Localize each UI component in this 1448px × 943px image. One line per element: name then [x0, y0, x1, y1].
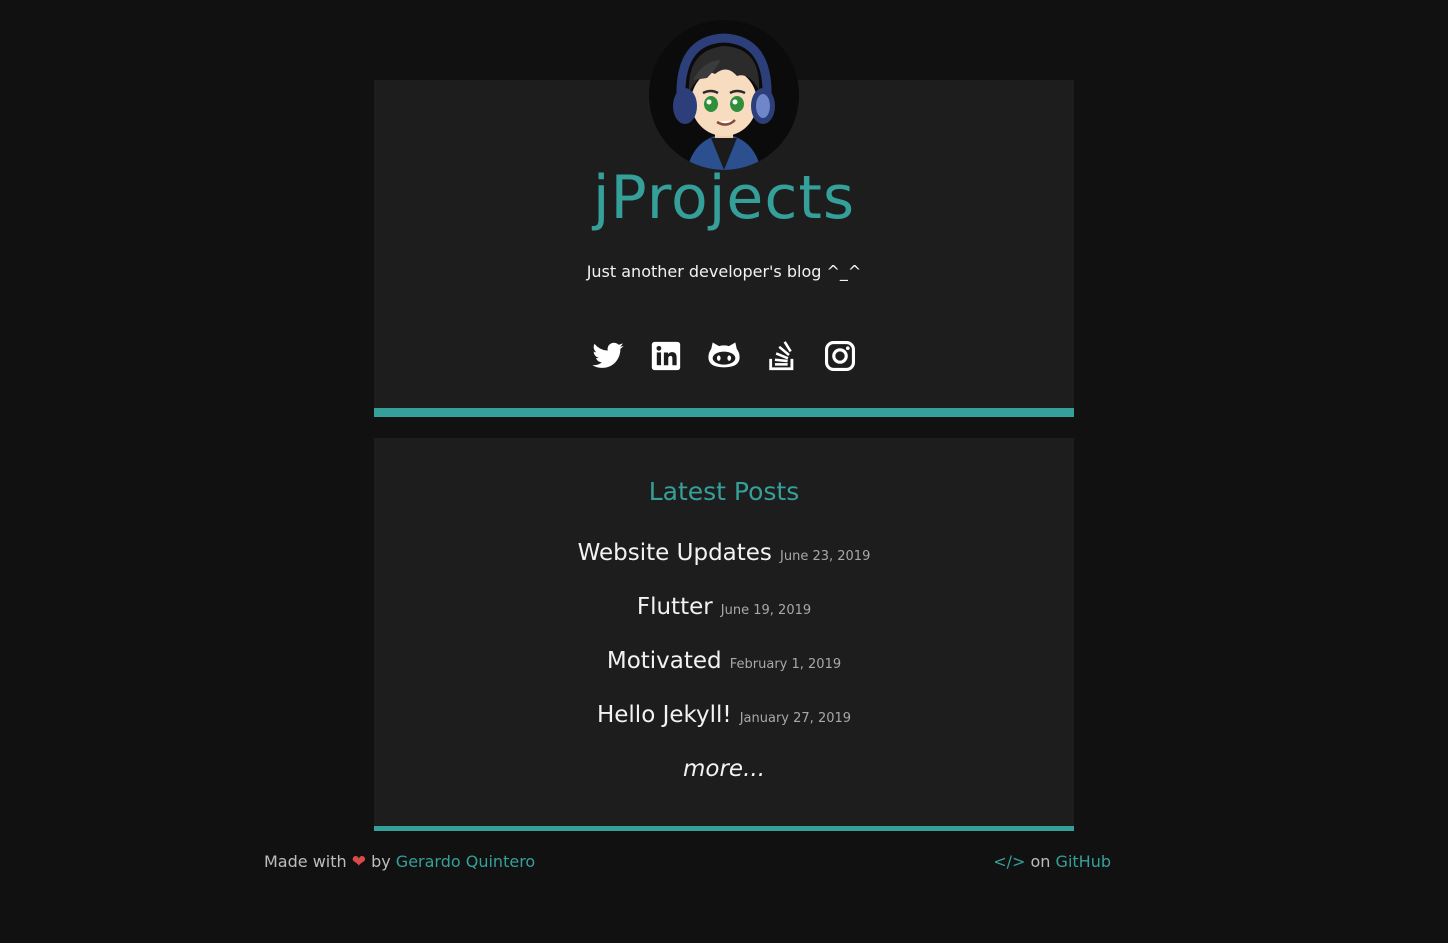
github-icon — [708, 342, 740, 368]
github-link[interactable] — [707, 339, 741, 373]
post-date: June 19, 2019 — [720, 603, 812, 618]
page: jProjects Just another developer's blog … — [0, 0, 1448, 943]
heart-icon: ❤ — [351, 852, 366, 872]
by-text: by — [371, 852, 391, 871]
post-link-hello-jekyll[interactable]: Hello Jekyll! — [597, 702, 732, 728]
twitter-icon — [592, 342, 624, 368]
site-title[interactable]: jProjects — [374, 160, 1074, 236]
post-item: Website Updates June 23, 2019 — [374, 536, 1074, 590]
author-link[interactable]: Gerardo Quintero — [396, 852, 535, 871]
avatar — [649, 20, 799, 170]
post-date: June 23, 2019 — [780, 549, 871, 564]
stackoverflow-icon — [769, 341, 794, 371]
instagram-link[interactable] — [823, 339, 857, 373]
footer-credit: Made with ❤ by Gerardo Quintero — [264, 851, 535, 873]
made-with-text: Made with — [264, 852, 347, 871]
post-link-flutter[interactable]: Flutter — [637, 594, 713, 620]
code-icon[interactable]: </> — [993, 852, 1025, 871]
more-posts-link[interactable]: more... — [374, 752, 1074, 786]
latest-posts-heading: Latest Posts — [648, 477, 800, 506]
latest-posts-card: Latest Posts Website Updates June 23, 20… — [374, 438, 1074, 831]
stackoverflow-link[interactable] — [765, 339, 799, 373]
instagram-icon — [824, 340, 856, 372]
github-source-link[interactable]: GitHub — [1056, 852, 1111, 871]
post-date: January 27, 2019 — [739, 711, 852, 726]
avatar-image — [649, 20, 799, 170]
post-item: Hello Jekyll! January 27, 2019 — [374, 698, 1074, 752]
linkedin-link[interactable] — [649, 339, 683, 373]
post-item: Flutter June 19, 2019 — [374, 590, 1074, 644]
footer-source: </> on GitHub — [993, 851, 1111, 873]
twitter-link[interactable] — [591, 339, 625, 373]
social-links — [374, 338, 1074, 374]
post-link-motivated[interactable]: Motivated — [607, 648, 722, 674]
post-link-website-updates[interactable]: Website Updates — [578, 540, 772, 566]
site-tagline: Just another developer's blog ^_^ — [586, 262, 862, 281]
linkedin-icon — [651, 341, 681, 371]
posts-list: Website Updates June 23, 2019 Flutter Ju… — [374, 536, 1074, 752]
post-item: Motivated February 1, 2019 — [374, 644, 1074, 698]
post-date: February 1, 2019 — [729, 657, 842, 672]
on-text: on — [1030, 852, 1051, 871]
